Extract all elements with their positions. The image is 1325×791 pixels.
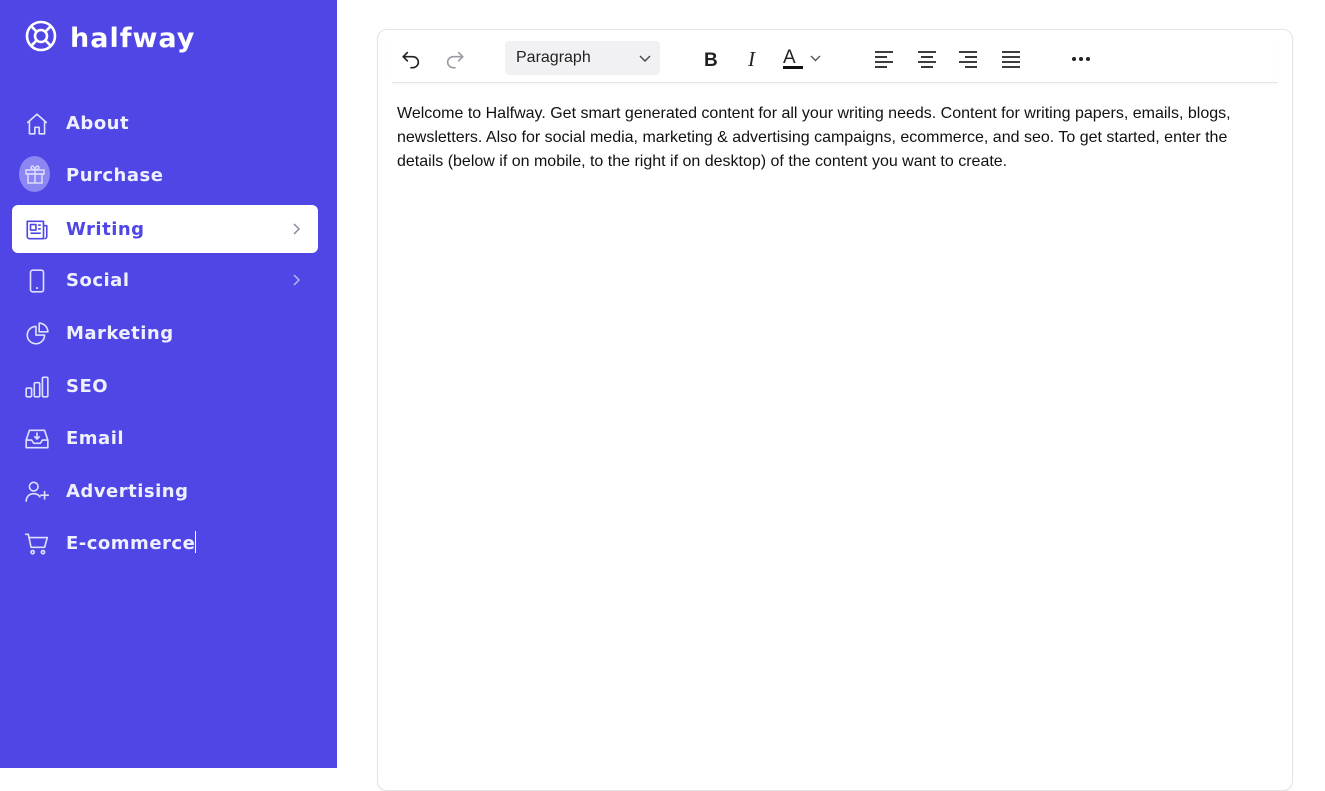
chevron-right-icon [288,221,304,237]
sidebar-item-label: Writing [66,219,145,240]
text-cursor [195,531,197,553]
sidebar-item-label: Marketing [66,323,174,344]
cart-icon [24,531,50,557]
align-left-icon[interactable] [869,44,899,74]
text-color-icon[interactable]: A [780,44,832,74]
sidebar-item-seo[interactable]: SEO [12,362,318,410]
sidebar-item-label: Social [66,270,130,291]
bar-chart-icon [24,374,50,400]
italic-icon[interactable]: I [738,44,768,74]
phone-icon [24,268,50,294]
undo-icon[interactable] [396,44,426,74]
editor-toolbar: Paragraph B I A [392,36,1278,83]
editor-content[interactable]: Welcome to Halfway. Get smart generated … [397,102,1277,174]
sidebar-item-about[interactable]: About [12,99,318,147]
svg-text:B: B [704,50,718,69]
sidebar-item-purchase[interactable]: Purchase [12,151,318,199]
rich-text-editor: Paragraph B I A Welcome to Halfway. Get … [377,29,1293,791]
sidebar-item-marketing[interactable]: Marketing [12,309,318,357]
block-format-select[interactable]: Paragraph [505,41,660,75]
sidebar-item-label: E-commerce [66,531,197,554]
align-justify-icon[interactable] [996,44,1026,74]
align-right-icon[interactable] [953,44,983,74]
chevron-right-icon [288,272,304,288]
brand-logo[interactable]: halfway [24,20,195,56]
sidebar-item-writing[interactable]: Writing [12,205,318,253]
chevron-down-icon [638,51,652,70]
sidebar-item-ecommerce[interactable]: E-commerce [12,519,318,567]
sidebar-item-email[interactable]: Email [12,414,318,462]
align-center-icon[interactable] [912,44,942,74]
sidebar-item-advertising[interactable]: Advertising [12,467,318,515]
lifebuoy-icon [24,19,58,58]
sidebar-item-label: SEO [66,376,109,397]
svg-text:A: A [783,47,796,68]
svg-text:I: I [747,49,756,69]
brand-name: halfway [70,22,196,54]
redo-icon[interactable] [440,44,470,74]
sidebar-item-social[interactable]: Social [12,256,318,304]
sidebar: halfway About Purchase Writing Social Ma… [0,0,337,768]
sidebar-item-label: Advertising [66,481,189,502]
editor-paragraph: Welcome to Halfway. Get smart generated … [397,105,1231,170]
sidebar-item-label: About [66,113,130,134]
more-icon[interactable] [1066,44,1096,74]
home-icon [24,111,50,137]
block-format-value: Paragraph [516,49,591,66]
pie-chart-icon [24,321,50,347]
bold-icon[interactable]: B [696,44,726,74]
sidebar-item-label: Purchase [66,165,164,186]
gift-icon [19,156,50,192]
inbox-icon [24,426,50,452]
user-add-icon [24,479,50,505]
sidebar-item-label: Email [66,428,125,449]
newspaper-icon [24,217,50,243]
